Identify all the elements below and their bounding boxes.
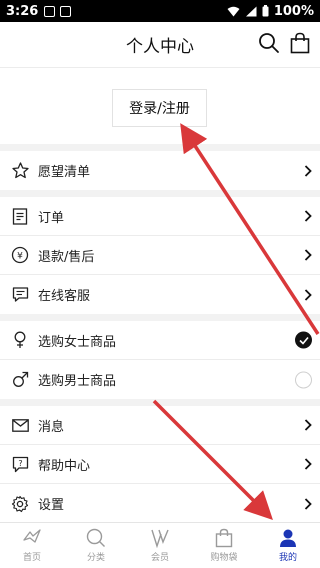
menu-item-refund[interactable]: ¥ 退款/售后 (0, 236, 320, 275)
category-search-icon (86, 528, 105, 547)
status-time: 3:26 (6, 3, 39, 19)
shopping-bag-icon (215, 528, 233, 548)
order-list-icon (11, 207, 29, 225)
menu-item-shop-women[interactable]: 选购女士商品 (0, 321, 320, 360)
orders-group: 订单 ¥ 退款/售后 在线客服 (0, 197, 320, 314)
search-icon[interactable] (258, 32, 280, 54)
notification-icon (44, 5, 56, 17)
male-symbol-icon (11, 371, 29, 389)
refund-yen-icon: ¥ (11, 246, 29, 264)
chevron-right-icon (304, 458, 312, 471)
nav-item-category[interactable]: 分类 (64, 523, 128, 568)
login-register-button[interactable]: 登录/注册 (112, 89, 207, 127)
home-icon (23, 529, 41, 543)
envelope-icon (11, 416, 29, 434)
nav-label: 我的 (278, 553, 297, 563)
nav-item-member[interactable]: 会员 (128, 523, 192, 568)
status-bar: 3:26 100% (0, 0, 320, 22)
menu-item-label: 退款/售后 (38, 249, 95, 265)
menu-item-label: 愿望清单 (38, 165, 91, 180)
bottom-nav: 首页 分类 会员 购物袋 我的 (0, 522, 320, 568)
svg-text:¥: ¥ (17, 252, 23, 262)
menu-item-shop-men[interactable]: 选购男士商品 (0, 360, 320, 399)
menu-item-label: 选购女士商品 (38, 334, 117, 350)
chevron-right-icon (304, 497, 312, 510)
signal-icon (245, 6, 257, 16)
gear-icon (11, 495, 29, 513)
svg-text:?: ? (18, 459, 22, 468)
menu-item-customer-service[interactable]: 在线客服 (0, 275, 320, 314)
battery-percent: 100% (273, 3, 314, 19)
nav-label: 分类 (86, 553, 105, 563)
profile-icon (280, 529, 296, 547)
battery-icon (262, 5, 269, 17)
menu-item-orders[interactable]: 订单 (0, 197, 320, 236)
chevron-right-icon (304, 210, 312, 223)
shop-gender-group: 选购女士商品 选购男士商品 (0, 321, 320, 399)
menu-item-label: 选购男士商品 (38, 374, 117, 389)
wifi-icon (227, 6, 240, 16)
nav-item-profile[interactable]: 我的 (256, 523, 320, 568)
shopping-bag-icon[interactable] (290, 32, 310, 54)
nav-item-home[interactable]: 首页 (0, 523, 64, 568)
nav-item-shopping-bag[interactable]: 购物袋 (192, 523, 256, 568)
settings-group: 消息 ? 帮助中心 设置 (0, 406, 320, 523)
nav-label: 首页 (22, 553, 41, 563)
menu-item-messages[interactable]: 消息 (0, 406, 320, 445)
menu-item-label: 帮助中心 (38, 458, 91, 474)
nav-label: 购物袋 (210, 553, 238, 563)
menu-item-label: 在线客服 (38, 289, 91, 304)
radio-unchecked-icon[interactable] (295, 371, 312, 388)
page-header: 个人中心 (0, 22, 320, 68)
login-section: 登录/注册 (0, 68, 320, 144)
help-question-icon: ? (11, 455, 29, 473)
female-symbol-icon (11, 331, 29, 349)
image-notification-icon (60, 5, 72, 17)
page-title: 个人中心 (126, 37, 194, 57)
star-icon (11, 162, 29, 180)
chevron-right-icon (304, 164, 312, 177)
chat-icon (11, 286, 29, 304)
menu-item-settings[interactable]: 设置 (0, 484, 320, 523)
menu-item-label: 设置 (38, 498, 65, 513)
menu-item-help-center[interactable]: ? 帮助中心 (0, 445, 320, 484)
menu-item-label: 订单 (38, 210, 65, 226)
menu-item-wishlist[interactable]: 愿望清单 (0, 151, 320, 190)
chevron-right-icon (304, 419, 312, 432)
radio-checked-icon[interactable] (295, 331, 312, 349)
menu-item-label: 消息 (38, 419, 65, 435)
chevron-right-icon (304, 288, 312, 301)
chevron-right-icon (304, 249, 312, 262)
nav-label: 会员 (150, 553, 169, 563)
member-icon (151, 529, 169, 548)
wishlist-group: 愿望清单 (0, 151, 320, 190)
